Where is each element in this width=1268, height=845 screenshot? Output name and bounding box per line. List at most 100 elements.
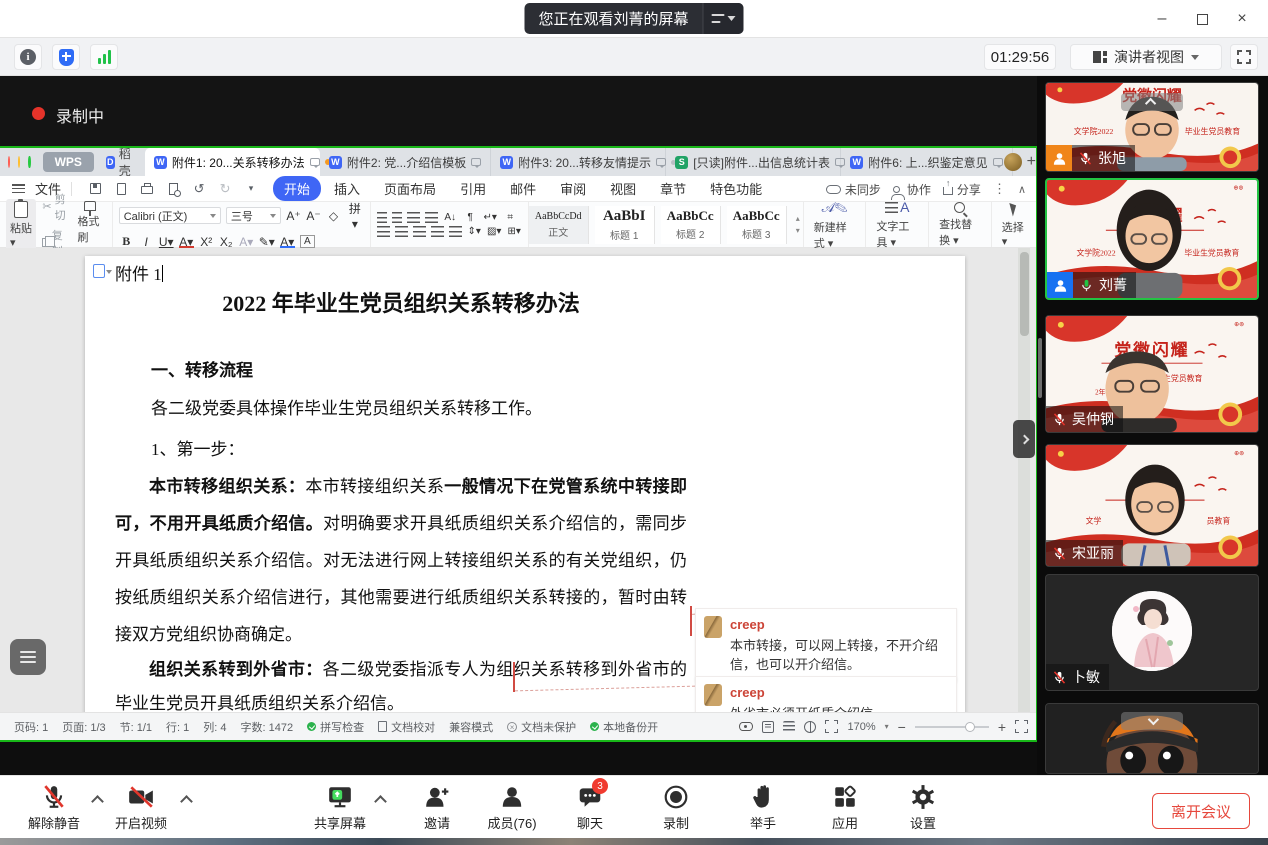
- zoom-slider-thumb[interactable]: [965, 722, 975, 732]
- doc-tab-4[interactable]: S [只读]附件...出信息统计表: [666, 148, 841, 176]
- comment-card[interactable]: creep 外省市必须开纸质介绍信。: [695, 676, 957, 712]
- wrap-button[interactable]: ↵▾: [483, 212, 498, 223]
- find-replace-button[interactable]: 查找替换 ▾: [929, 202, 992, 247]
- collapse-tiles-button[interactable]: [1121, 93, 1183, 111]
- grow-font-button[interactable]: A⁺: [286, 209, 301, 223]
- scroll-down-tiles-button[interactable]: [1121, 712, 1183, 730]
- show-marks-button[interactable]: ¶: [463, 212, 478, 223]
- video-options-caret[interactable]: [181, 794, 191, 804]
- doc-tab-1[interactable]: W 附件1: 20...关系转移办法: [145, 148, 320, 176]
- doc-tab-3[interactable]: W 附件3: 20...转移友情提示: [491, 148, 666, 176]
- record-button[interactable]: 录制: [634, 784, 718, 834]
- ruler-button[interactable]: ⌗: [503, 212, 518, 223]
- print-preview-button[interactable]: [165, 181, 181, 197]
- format-painter-button[interactable]: 格式刷: [74, 203, 106, 247]
- underline-button[interactable]: U▾: [159, 235, 174, 249]
- document-page[interactable]: 附件 1 2022 年毕业生党员组织关系转移办法 一、转移流程 各二级党委具体操…: [85, 256, 965, 712]
- window-maximize-button[interactable]: [1188, 6, 1216, 32]
- font-color-button[interactable]: A▾: [179, 235, 194, 249]
- redo-button[interactable]: ↻: [217, 181, 233, 197]
- align-center-icon[interactable]: [395, 226, 408, 237]
- protect-status[interactable]: ×文档未保护: [507, 719, 576, 735]
- banner-menu-button[interactable]: [704, 3, 744, 34]
- zoom-slider[interactable]: [915, 726, 989, 728]
- doc-tab-2[interactable]: W 附件2: 党...介绍信模板: [320, 148, 491, 176]
- shading-color-button[interactable]: A▾: [280, 235, 295, 249]
- style-heading1[interactable]: AaBbI 标题 1: [595, 206, 655, 244]
- fullscreen-button[interactable]: [1230, 44, 1258, 70]
- bold-button[interactable]: B: [119, 234, 134, 249]
- ribbon-tab-section[interactable]: 章节: [649, 176, 697, 201]
- text-tools-button[interactable]: A 文字工具 ▾: [866, 202, 929, 247]
- style-heading3[interactable]: AaBbCc 标题 3: [727, 206, 787, 244]
- select-button[interactable]: 选择 ▾: [992, 202, 1036, 247]
- ribbon-tab-special[interactable]: 特色功能: [699, 176, 773, 201]
- more-menu-button[interactable]: ⋮: [993, 181, 1006, 197]
- line-spacing-button[interactable]: ⇕▾: [467, 226, 482, 237]
- settings-button[interactable]: 设置: [881, 784, 965, 834]
- bullets-icon[interactable]: [377, 212, 387, 223]
- participant-tile-wuzhonggang[interactable]: ⊕⊚ 党徽闪耀 毕业生党员教育 2年6月: [1045, 315, 1259, 433]
- participant-tile-bumin[interactable]: 卜敏: [1045, 574, 1259, 691]
- expand-panel-button[interactable]: [1013, 420, 1035, 458]
- participant-tile-liujing[interactable]: ⊕⊚ 耀 文学院2022 毕业生党员教育: [1045, 178, 1259, 300]
- outline-view-icon[interactable]: [783, 721, 795, 733]
- collapse-ribbon-button[interactable]: ∧: [1018, 183, 1026, 196]
- print-button[interactable]: [139, 181, 155, 197]
- unmute-button[interactable]: 解除静音: [12, 784, 96, 834]
- italic-button[interactable]: I: [139, 235, 154, 249]
- share-screen-button[interactable]: 共享屏幕: [298, 784, 382, 834]
- eye-protect-icon[interactable]: [739, 722, 753, 731]
- participant-tile-songyali[interactable]: ⊕⊚ 文学 员教育: [1045, 444, 1259, 567]
- ribbon-tab-home[interactable]: 开始: [273, 176, 321, 201]
- numbering-icon[interactable]: [392, 212, 402, 223]
- raise-hand-button[interactable]: 举手: [721, 784, 805, 834]
- scrollbar-thumb[interactable]: [1020, 252, 1029, 336]
- new-tab-button[interactable]: +: [1027, 153, 1036, 171]
- superscript-button[interactable]: X²: [199, 235, 214, 249]
- align-right-icon[interactable]: [413, 226, 426, 237]
- network-quality-button[interactable]: [90, 44, 118, 70]
- chat-button[interactable]: 聊天 3: [548, 784, 632, 834]
- shading-button[interactable]: ▨▾: [487, 226, 502, 237]
- align-left-icon[interactable]: [377, 226, 390, 237]
- cut-button[interactable]: ✂剪切: [42, 191, 67, 223]
- invite-button[interactable]: 邀请: [395, 784, 479, 834]
- decrease-indent-icon[interactable]: [407, 212, 420, 223]
- zoom-in-button[interactable]: +: [998, 719, 1006, 735]
- borders-button[interactable]: ⊞▾: [507, 226, 522, 237]
- style-heading2[interactable]: AaBbCc 标题 2: [661, 206, 721, 244]
- participant-tile-next[interactable]: [1045, 703, 1259, 774]
- character-border-button[interactable]: A: [300, 235, 315, 248]
- doc-tab-5[interactable]: W 附件6: 上...织鉴定意见: [841, 148, 1012, 176]
- shrink-font-button[interactable]: A⁻: [306, 209, 321, 223]
- apps-button[interactable]: 应用: [803, 784, 887, 834]
- view-mode-switcher[interactable]: 演讲者视图: [1070, 44, 1222, 70]
- styles-scroll-down[interactable]: ▾: [796, 226, 800, 235]
- window-close-button[interactable]: ×: [1228, 6, 1256, 32]
- fit-page-icon[interactable]: [1015, 720, 1028, 733]
- zoom-level[interactable]: 170%: [847, 721, 875, 733]
- highlight-button[interactable]: ✎▾: [259, 235, 275, 249]
- document-canvas[interactable]: 附件 1 2022 年毕业生党员组织关系转移办法 一、转移流程 各二级党委具体操…: [0, 248, 1036, 712]
- floating-panel-toggle[interactable]: [10, 639, 46, 675]
- spellcheck-status[interactable]: 拼写检查: [307, 719, 364, 735]
- justify-icon[interactable]: [431, 226, 444, 237]
- mac-zoom-icon[interactable]: [28, 156, 30, 168]
- ribbon-tab-pagelayout[interactable]: 页面布局: [373, 176, 447, 201]
- new-style-button[interactable]: 𝒜✎ 新建样式 ▾: [804, 202, 867, 247]
- ribbon-tab-view[interactable]: 视图: [599, 176, 647, 201]
- zoom-out-button[interactable]: −: [898, 719, 906, 735]
- ribbon-tab-insert[interactable]: 插入: [323, 176, 371, 201]
- mac-minimize-icon[interactable]: [18, 156, 20, 168]
- save-button[interactable]: [87, 181, 103, 197]
- share-button[interactable]: 分享: [943, 181, 981, 198]
- page-view-icon[interactable]: [762, 721, 774, 733]
- docer-tab[interactable]: D稻壳: [106, 145, 135, 179]
- paste-button[interactable]: 粘贴 ▾: [6, 199, 36, 251]
- proofread-status[interactable]: 文档校对: [378, 719, 435, 735]
- comment-card[interactable]: creep 本市转接，可以网上转接，不开介绍信，也可以开介绍信。: [695, 608, 957, 682]
- web-view-icon[interactable]: [804, 721, 816, 733]
- security-button[interactable]: [52, 44, 80, 70]
- style-normal[interactable]: AaBbCcDd 正文: [529, 206, 589, 244]
